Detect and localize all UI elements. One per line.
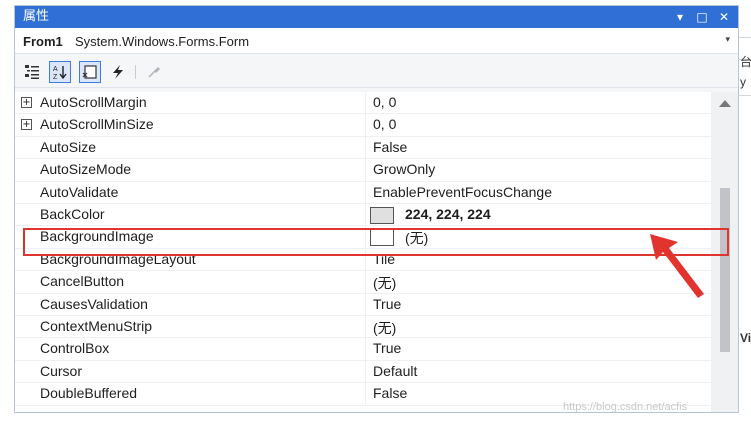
property-value[interactable]: Default	[373, 363, 417, 379]
title-bar: 属性 ▾ □ ✕	[15, 6, 738, 28]
property-value[interactable]: 0, 0	[373, 116, 396, 132]
expand-icon[interactable]: +	[21, 119, 32, 131]
column-divider	[365, 114, 366, 136]
property-row[interactable]: Cursor Default	[15, 360, 711, 384]
properties-window: 属性 ▾ □ ✕ From1 System.Windows.Forms.Form…	[14, 5, 739, 413]
background-window-edge: 台 y Vi	[739, 27, 751, 426]
column-divider	[365, 204, 366, 226]
property-row[interactable]: AutoSize False	[15, 136, 711, 160]
maximize-icon[interactable]: □	[694, 8, 710, 26]
column-divider	[365, 271, 366, 293]
property-value[interactable]: True	[373, 296, 401, 312]
property-name: BackColor	[40, 206, 105, 222]
column-divider	[365, 293, 366, 315]
property-row[interactable]: ContextMenuStrip (无)	[15, 316, 711, 339]
properties-toolbar: A Z	[15, 54, 738, 88]
property-value[interactable]: True	[373, 340, 401, 356]
property-name: ContextMenuStrip	[40, 318, 153, 334]
object-dropdown-icon[interactable]: ▾	[725, 35, 730, 45]
property-name: CausesValidation	[40, 295, 148, 312]
property-value[interactable]: EnablePreventFocusChange	[373, 184, 552, 200]
edge-text-fragment: 台	[740, 55, 751, 69]
scroll-thumb[interactable]	[720, 188, 730, 352]
column-divider	[365, 316, 366, 338]
categorized-icon[interactable]	[21, 61, 43, 83]
red-arrow-icon	[650, 234, 704, 298]
expand-icon[interactable]: +	[21, 97, 32, 108]
toolbar-separator	[135, 65, 136, 79]
property-name: ControlBox	[40, 340, 110, 357]
window-title: 属性	[23, 9, 50, 24]
column-divider	[365, 92, 366, 114]
property-value[interactable]: GrowOnly	[373, 161, 435, 177]
svg-text:Z: Z	[53, 74, 58, 80]
property-row[interactable]: AutoValidate EnablePreventFocusChange	[15, 181, 711, 204]
property-value[interactable]: (无)	[373, 318, 396, 338]
close-icon[interactable]: ✕	[716, 8, 732, 26]
property-value[interactable]: (无)	[373, 273, 396, 293]
column-divider	[365, 338, 366, 360]
object-type: System.Windows.Forms.Form	[75, 34, 250, 49]
object-name: From1	[23, 34, 63, 49]
property-pages-icon[interactable]	[143, 61, 165, 83]
edge-text-fragment: Vi	[740, 331, 751, 345]
edge-line	[739, 37, 751, 38]
property-name: AutoScrollMinSize	[40, 116, 154, 133]
screenshot-root: 属性 ▾ □ ✕ From1 System.Windows.Forms.Form…	[0, 0, 751, 426]
property-row[interactable]: CancelButton (无)	[15, 271, 711, 294]
property-name: AutoSize	[40, 138, 97, 155]
events-icon[interactable]	[107, 61, 129, 83]
property-row[interactable]: + AutoScrollMinSize 0, 0	[15, 114, 711, 137]
property-name: Cursor	[40, 362, 83, 379]
property-name: AutoValidate	[40, 183, 119, 200]
property-row[interactable]: AutoSizeMode GrowOnly	[15, 159, 711, 182]
alphabetical-icon[interactable]: A Z	[49, 61, 71, 83]
scroll-up-arrow-icon[interactable]	[719, 100, 731, 107]
property-value[interactable]: 224, 224, 224	[405, 206, 491, 222]
edge-line	[739, 95, 751, 96]
property-name: DoubleBuffered	[40, 385, 138, 402]
property-name: CancelButton	[40, 273, 125, 290]
window-controls: ▾ □ ✕	[672, 7, 732, 27]
property-value[interactable]: False	[373, 139, 407, 155]
edge-text-fragment: y	[740, 75, 746, 89]
column-divider	[365, 136, 366, 159]
property-name: AutoScrollMargin	[40, 94, 147, 110]
property-row[interactable]: BackColor 224, 224, 224	[15, 204, 711, 227]
property-row[interactable]: ControlBox True	[15, 338, 711, 361]
svg-text:A: A	[53, 66, 58, 73]
property-name: AutoSizeMode	[40, 161, 132, 178]
property-row[interactable]: CausesValidation True	[15, 293, 711, 316]
column-divider	[365, 181, 366, 203]
property-row[interactable]: + AutoScrollMargin 0, 0	[15, 92, 711, 115]
property-value[interactable]: False	[373, 385, 407, 401]
window-position-dropdown-icon[interactable]: ▾	[672, 8, 688, 26]
column-divider	[365, 360, 366, 383]
watermark: https://blog.csdn.net/acfis	[563, 401, 688, 413]
properties-icon[interactable]	[79, 61, 101, 83]
object-selector[interactable]: From1 System.Windows.Forms.Form ▾	[15, 28, 738, 54]
column-divider	[365, 383, 366, 405]
column-divider	[365, 159, 366, 181]
color-swatch	[370, 207, 394, 224]
highlight-box	[23, 228, 729, 256]
property-value[interactable]: 0, 0	[373, 94, 396, 110]
